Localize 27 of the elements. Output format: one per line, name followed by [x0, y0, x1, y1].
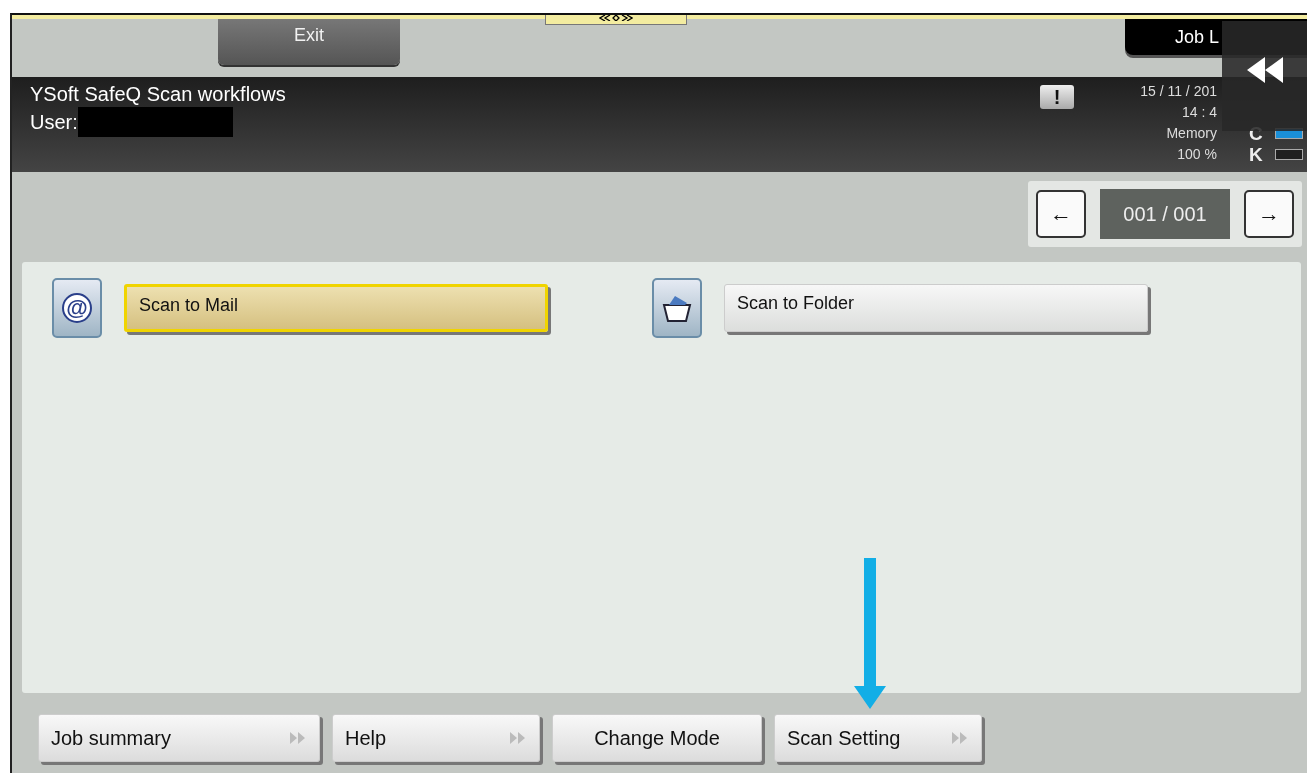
- double-chevron-icon: [509, 731, 527, 745]
- memory-label: Memory: [1166, 124, 1217, 143]
- double-chevron-icon: [289, 731, 307, 745]
- memory-value: 100 %: [1177, 145, 1217, 164]
- double-chevron-icon: [951, 731, 969, 745]
- app-title: YSoft SafeQ Scan workflows: [30, 82, 286, 107]
- warning-icon[interactable]: !: [1040, 85, 1075, 109]
- folder-icon: [661, 293, 693, 323]
- workflow-button[interactable]: Scan to Mail: [124, 284, 548, 332]
- bottom-button[interactable]: Scan Setting: [774, 714, 982, 762]
- previous-page-button[interactable]: ←: [1036, 190, 1086, 238]
- bottom-button[interactable]: Job summary: [38, 714, 320, 762]
- next-page-button[interactable]: →: [1244, 190, 1294, 238]
- workflow-button[interactable]: Scan to Folder: [724, 284, 1148, 332]
- page-counter: 001 / 001: [1100, 189, 1230, 239]
- date-text: 15 / 11 / 201: [1140, 82, 1217, 101]
- toner-letter: C: [1249, 122, 1263, 145]
- bottom-button[interactable]: Help: [332, 714, 540, 762]
- toner-letter: K: [1249, 143, 1263, 166]
- exit-button[interactable]: Exit: [218, 19, 400, 65]
- bottom-button[interactable]: Change Mode: [552, 714, 762, 762]
- workflow-tile[interactable]: @: [52, 278, 102, 338]
- at-sign-icon: @: [62, 293, 92, 323]
- drag-handle-icon[interactable]: [545, 15, 687, 25]
- user-label: User:: [30, 110, 78, 135]
- time-text: 14 : 4: [1181, 103, 1217, 122]
- workflow-tile[interactable]: [652, 278, 702, 338]
